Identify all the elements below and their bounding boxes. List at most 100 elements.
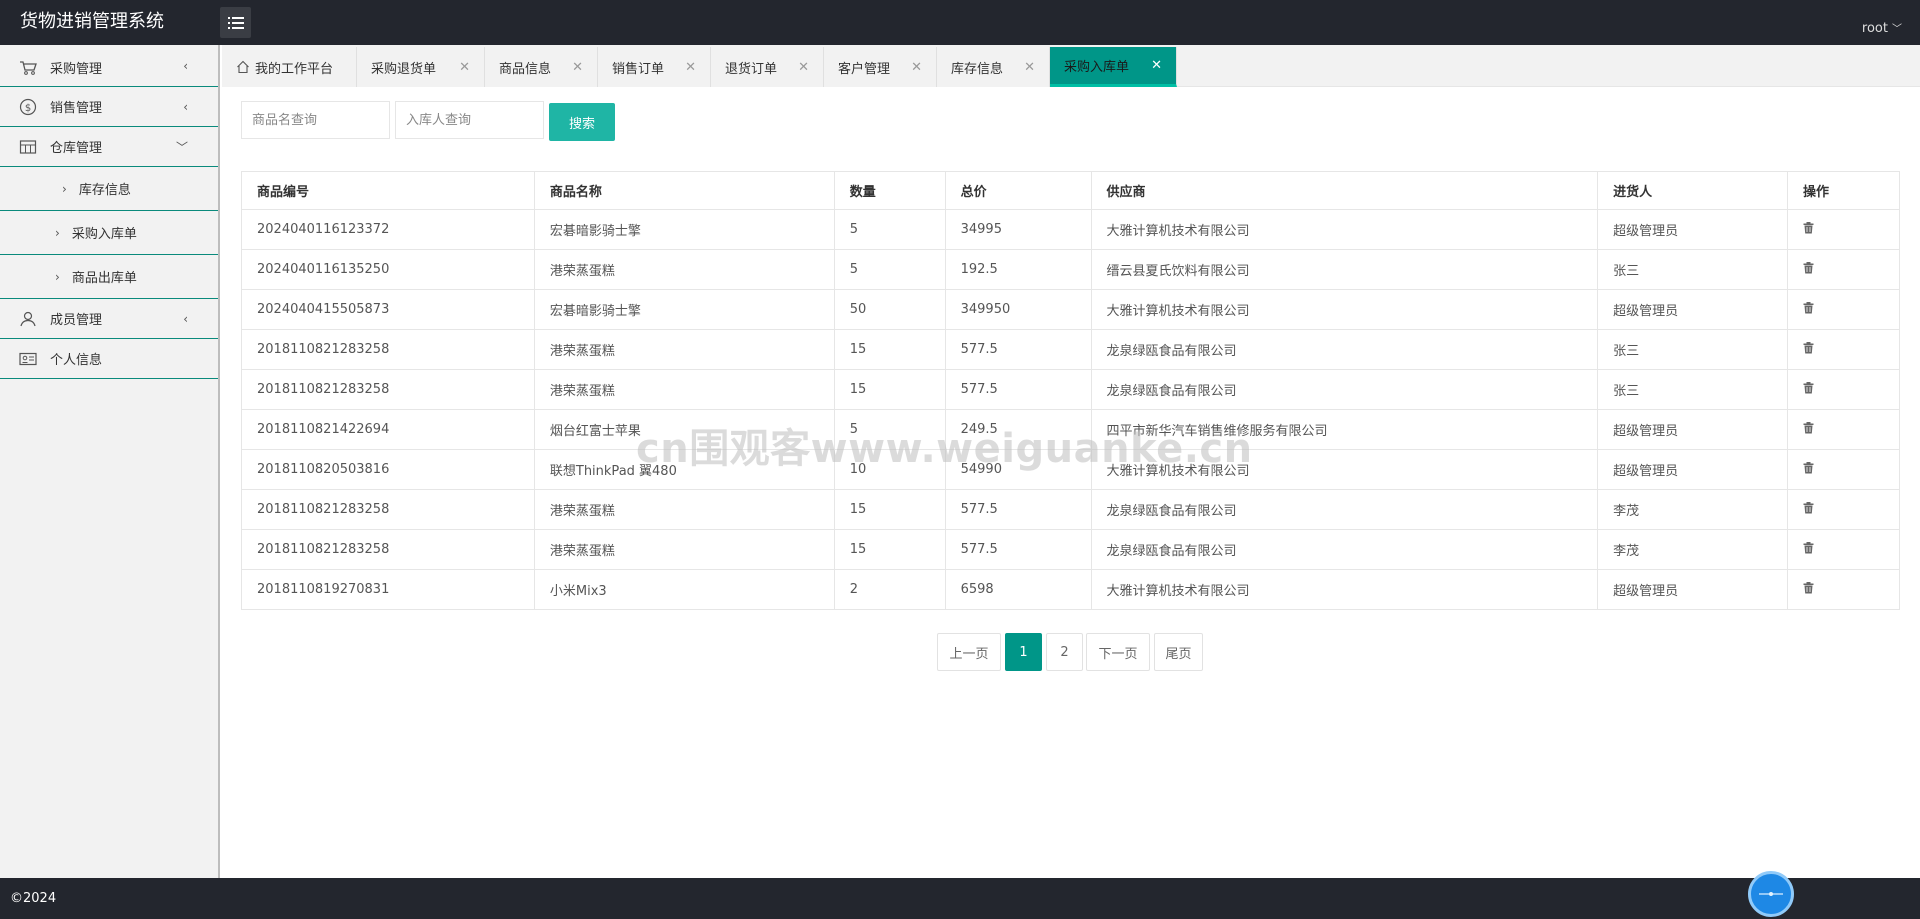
sidebar-item-profile[interactable]: 个人信息 <box>0 339 218 379</box>
sidebar-item-purchase[interactable]: 采购管理 ‹ <box>0 45 218 87</box>
id-card-icon <box>18 349 38 369</box>
dollar-icon: $ <box>18 97 38 117</box>
last-page-button[interactable]: 尾页 <box>1154 633 1203 671</box>
cell-actions <box>1787 409 1900 450</box>
table-body: 2024040116123372 宏碁暗影骑士擎 5 34995 大雅计算机技术有限公司… <box>241 209 1900 610</box>
trash-icon[interactable] <box>1803 501 1814 518</box>
trash-icon[interactable] <box>1803 581 1814 598</box>
cell-supplier: 龙泉绿瓯食品有限公司 <box>1090 369 1599 410</box>
trash-icon[interactable] <box>1803 221 1814 238</box>
table-row: 2024040116135250 港荣蒸蛋糕 5 192.5 缙云县夏氏饮料有限公司 张三 <box>241 249 1900 290</box>
cell-quantity: 5 <box>833 249 946 290</box>
sidebar-item-members[interactable]: 成员管理 ‹ <box>0 299 218 339</box>
cell-supplier: 龙泉绿瓯食品有限公司 <box>1090 489 1599 530</box>
tab-inventory[interactable]: 库存信息 ✕ <box>937 47 1050 87</box>
close-icon[interactable]: ✕ <box>572 60 583 75</box>
trash-icon[interactable] <box>1803 261 1814 278</box>
table-row: 2018110821283258 港荣蒸蛋糕 15 577.5 龙泉绿瓯食品有限公司 张三 <box>241 329 1900 370</box>
cell-total: 54990 <box>944 449 1092 490</box>
table-row: 2018110821283258 港荣蒸蛋糕 15 577.5 龙泉绿瓯食品有限公司 李茂 <box>241 529 1900 570</box>
cell-total: 577.5 <box>944 529 1092 570</box>
trash-icon[interactable] <box>1803 341 1814 358</box>
close-icon[interactable]: ✕ <box>685 60 696 75</box>
page-1-button[interactable]: 1 <box>1005 633 1042 671</box>
tab-return-order[interactable]: 退货订单 ✕ <box>711 47 824 87</box>
top-header: 货物进销管理系统 root ﹀ <box>0 0 1920 45</box>
cell-product-id: 2018110820503816 <box>241 449 535 490</box>
cell-product-id: 2018110821283258 <box>241 529 535 570</box>
stocker-search-input[interactable] <box>395 101 544 139</box>
close-icon[interactable]: ✕ <box>459 60 470 75</box>
sidebar-subitem-inventory[interactable]: › 库存信息 <box>0 167 218 211</box>
product-name-search-input[interactable] <box>241 101 390 139</box>
close-icon[interactable]: ✕ <box>1151 58 1162 73</box>
cell-total: 192.5 <box>944 249 1092 290</box>
cell-total: 577.5 <box>944 369 1092 410</box>
menu-toggle-button[interactable] <box>220 7 251 38</box>
close-icon[interactable]: ✕ <box>798 60 809 75</box>
table-row: 2018110821283258 港荣蒸蛋糕 15 577.5 龙泉绿瓯食品有限公司 李茂 <box>241 489 1900 530</box>
cell-product-name: 港荣蒸蛋糕 <box>533 489 835 530</box>
trash-icon[interactable] <box>1803 381 1814 398</box>
cell-quantity: 15 <box>833 329 946 370</box>
cell-stocker: 超级管理员 <box>1597 409 1788 450</box>
cell-product-name: 宏碁暗影骑士擎 <box>533 289 835 330</box>
sidebar-subitem-product-outbound[interactable]: › 商品出库单 <box>0 255 218 299</box>
tab-label: 库存信息 <box>951 61 1004 77</box>
tab-customers[interactable]: 客户管理 ✕ <box>824 47 937 87</box>
cell-supplier: 龙泉绿瓯食品有限公司 <box>1090 329 1599 370</box>
tab-purchase-return[interactable]: 采购退货单 ✕ <box>357 47 485 87</box>
cell-quantity: 50 <box>833 289 946 330</box>
close-icon[interactable]: ✕ <box>911 60 922 75</box>
cell-product-id: 2018110821283258 <box>241 329 535 370</box>
cell-product-id: 2024040116135250 <box>241 249 535 290</box>
home-icon <box>237 60 249 74</box>
chevron-right-icon: › <box>55 225 60 240</box>
tab-home[interactable]: 我的工作平台 <box>222 47 357 87</box>
sidebar-subitem-purchase-inbound[interactable]: › 采购入库单 <box>0 211 218 255</box>
cell-product-name: 港荣蒸蛋糕 <box>533 249 835 290</box>
page-2-button[interactable]: 2 <box>1046 633 1083 671</box>
cell-actions <box>1787 569 1900 610</box>
sidebar-item-label: 销售管理 <box>50 101 103 116</box>
cell-product-name: 港荣蒸蛋糕 <box>533 529 835 570</box>
trash-icon[interactable] <box>1803 301 1814 318</box>
cell-total: 349950 <box>944 289 1092 330</box>
cell-quantity: 2 <box>833 569 946 610</box>
inbound-table: 商品编号 商品名称 数量 总价 供应商 进货人 操作 2024040116123… <box>241 171 1900 610</box>
tab-label: 我的工作平台 <box>255 61 334 77</box>
tab-purchase-inbound[interactable]: 采购入库单 ✕ <box>1050 47 1177 87</box>
cell-stocker: 超级管理员 <box>1597 449 1788 490</box>
search-button[interactable]: 搜索 <box>549 103 615 141</box>
prev-page-button[interactable]: 上一页 <box>937 633 1001 671</box>
tab-label: 退货订单 <box>725 61 778 77</box>
tab-sales-order[interactable]: 销售订单 ✕ <box>598 47 711 87</box>
column-header-supplier: 供应商 <box>1090 171 1599 210</box>
cell-quantity: 10 <box>833 449 946 490</box>
cell-actions <box>1787 529 1900 570</box>
cell-product-name: 港荣蒸蛋糕 <box>533 329 835 370</box>
chevron-left-icon: ‹ <box>183 58 188 73</box>
trash-icon[interactable] <box>1803 461 1814 478</box>
next-page-button[interactable]: 下一页 <box>1086 633 1150 671</box>
assistant-icon <box>1759 892 1783 896</box>
sidebar-item-sales[interactable]: $ 销售管理 ‹ <box>0 87 218 127</box>
cell-actions <box>1787 289 1900 330</box>
cell-product-name: 联想ThinkPad 翼480 <box>533 449 835 490</box>
trash-icon[interactable] <box>1803 421 1814 438</box>
sidebar-item-label: 采购管理 <box>50 62 103 77</box>
column-header-actions: 操作 <box>1787 171 1900 210</box>
floating-assistant-button[interactable] <box>1748 871 1794 917</box>
trash-icon[interactable] <box>1803 541 1814 558</box>
close-icon[interactable]: ✕ <box>1024 60 1035 75</box>
cell-supplier: 大雅计算机技术有限公司 <box>1090 209 1599 250</box>
tab-product-info[interactable]: 商品信息 ✕ <box>485 47 598 87</box>
cell-stocker: 张三 <box>1597 369 1788 410</box>
cart-icon <box>18 58 38 78</box>
cell-quantity: 5 <box>833 409 946 450</box>
cell-stocker: 张三 <box>1597 329 1788 370</box>
sidebar-item-label: 成员管理 <box>50 313 103 328</box>
cell-actions <box>1787 489 1900 530</box>
cell-actions <box>1787 449 1900 490</box>
sidebar-item-warehouse[interactable]: 仓库管理 ﹀ <box>0 127 218 167</box>
